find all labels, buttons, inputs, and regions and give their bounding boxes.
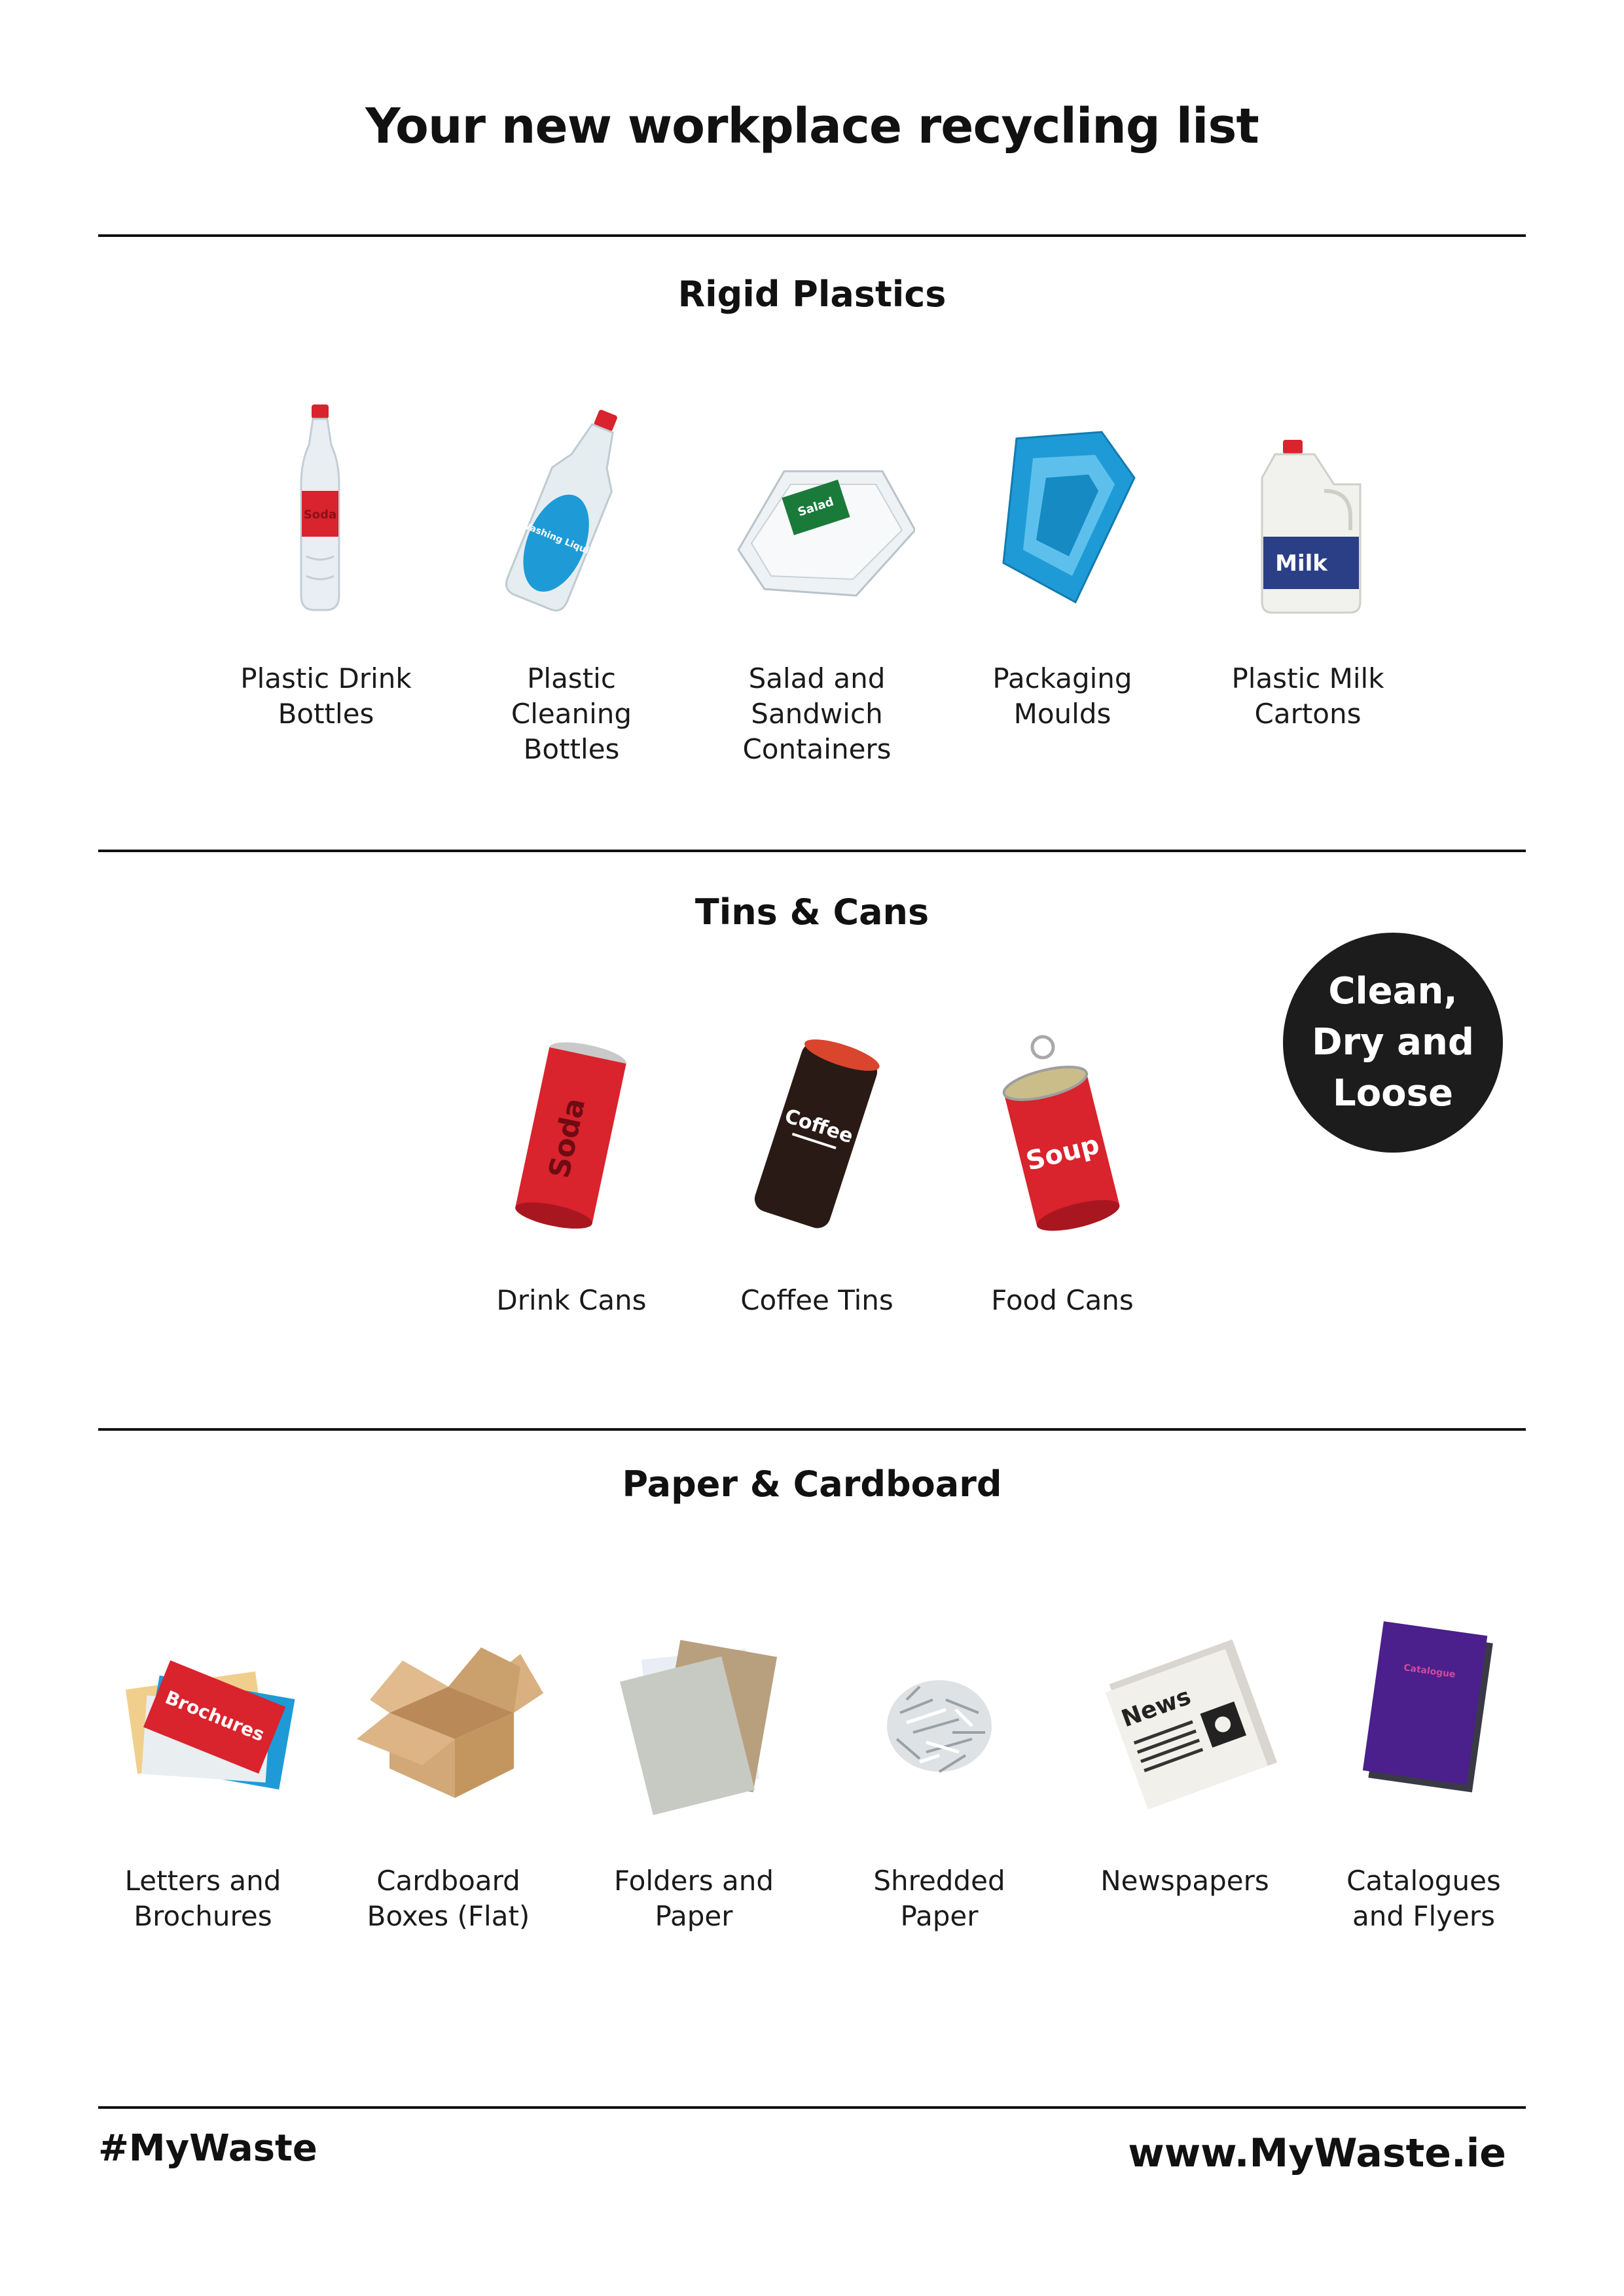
- salad-container-icon: Salad: [719, 399, 915, 615]
- section-title-rigid-plastics: Rigid Plastics: [677, 274, 947, 315]
- item-label: Coffee Tins: [740, 1284, 893, 1316]
- food-can-icon: Soup: [964, 1021, 1161, 1237]
- item-label: Letters and Brochures: [124, 1865, 281, 1932]
- folders-icon: [596, 1602, 792, 1818]
- cleaning-bottle-icon: Washing Liquid: [473, 399, 670, 615]
- page-title: Your new workplace recycling list: [365, 98, 1259, 154]
- brochures-icon: Brochures: [105, 1602, 301, 1818]
- item-label: Plastic Cleaning Bottles: [511, 662, 632, 765]
- hashtag: #MyWaste: [98, 2127, 317, 2170]
- milk-carton-icon: Milk: [1210, 399, 1406, 615]
- item-label: Shredded Paper: [873, 1865, 1005, 1932]
- section-title-tins-cans: Tins & Cans: [695, 891, 929, 933]
- item-label: Plastic Milk Cartons: [1231, 662, 1384, 730]
- item-label: Folders and Paper: [613, 1865, 774, 1932]
- cardboard-box-icon: [350, 1602, 547, 1818]
- drink-bottle-icon: Soda: [228, 399, 424, 615]
- catalogue-icon: Catalogue: [1326, 1602, 1522, 1818]
- packaging-mould-icon: [964, 399, 1161, 615]
- item-label: Packaging Moulds: [992, 662, 1132, 730]
- svg-text:Soda: Soda: [304, 508, 336, 522]
- website-link[interactable]: www.MyWaste.ie: [1128, 2130, 1506, 2176]
- item-label: Drink Cans: [496, 1284, 647, 1316]
- item-label: Salad and Sandwich Containers: [742, 662, 892, 765]
- svg-text:Milk: Milk: [1275, 550, 1328, 577]
- item-label: Plastic Drink Bottles: [240, 662, 412, 730]
- clean-dry-loose-badge: Clean, Dry and Loose: [1283, 933, 1503, 1153]
- divider: [98, 1428, 1526, 1431]
- divider: [98, 2106, 1526, 2109]
- drink-can-icon: Soda: [473, 1021, 670, 1237]
- coffee-tin-icon: Coffee: [719, 1021, 915, 1237]
- divider: [98, 234, 1526, 237]
- shredded-paper-icon: [841, 1602, 1038, 1818]
- divider: [98, 850, 1526, 852]
- newspaper-icon: News: [1087, 1602, 1283, 1818]
- item-label: Catalogues and Flyers: [1346, 1865, 1501, 1932]
- section-title-paper-cardboard: Paper & Cardboard: [622, 1463, 1002, 1505]
- item-label: Cardboard Boxes (Flat): [367, 1865, 530, 1932]
- item-label: Newspapers: [1100, 1865, 1269, 1897]
- item-label: Food Cans: [991, 1284, 1134, 1316]
